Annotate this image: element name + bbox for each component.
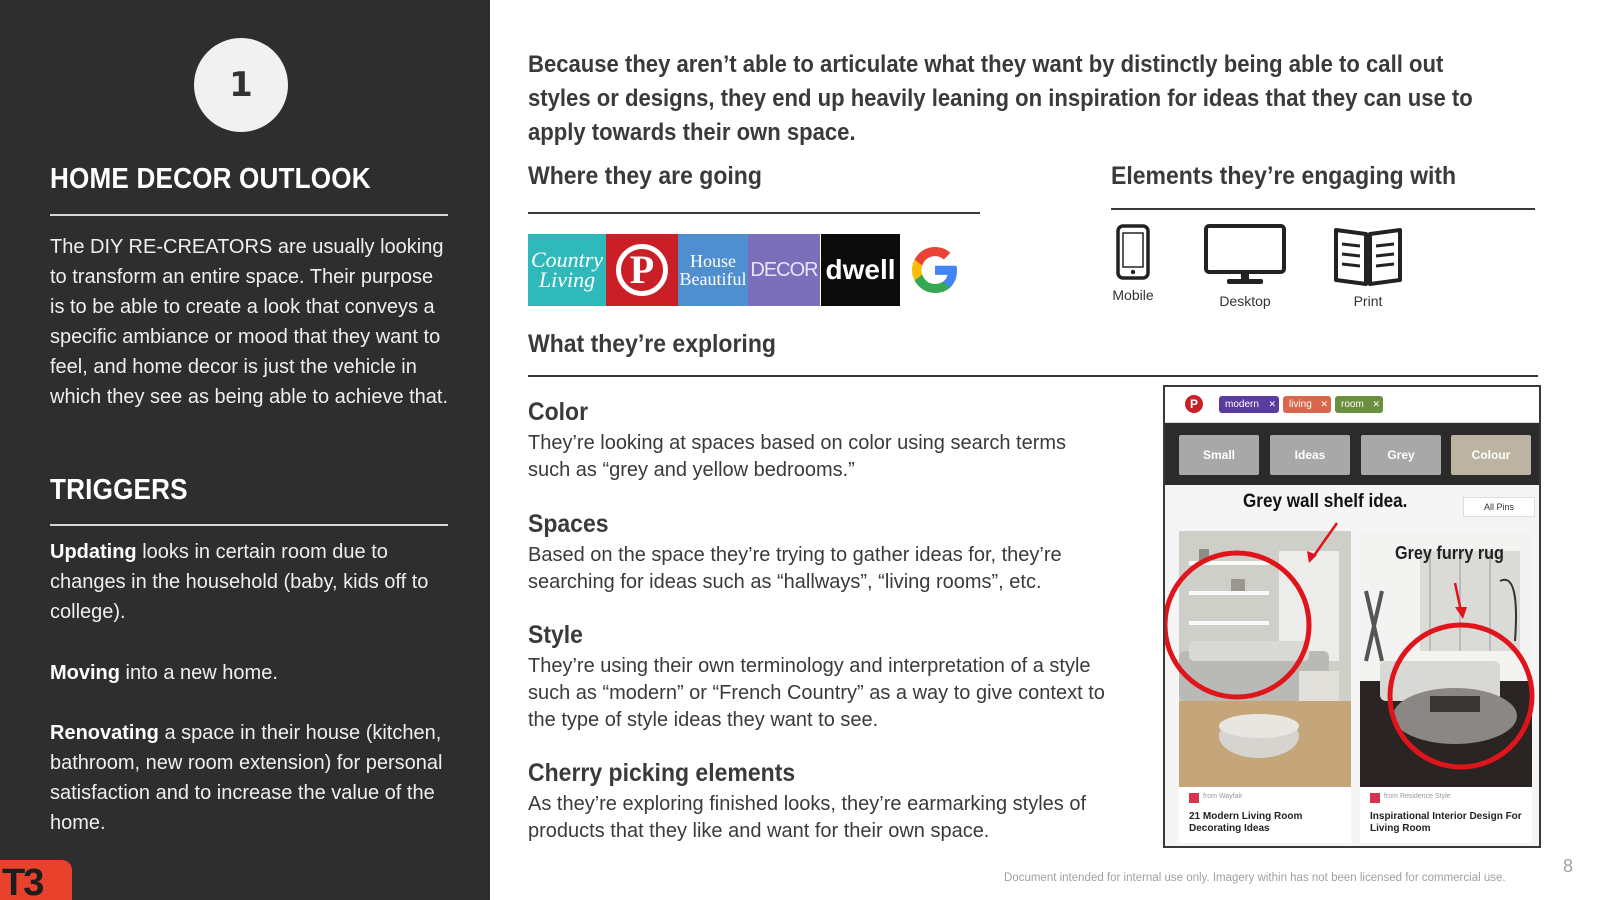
tag-label: room [1341,399,1364,410]
divider [50,214,448,216]
disclaimer: Document intended for internal use only.… [1004,872,1506,884]
site-label: House Beautiful [679,251,747,289]
page-number: 8 [1563,856,1574,876]
explore-heading-style: Style [528,621,583,649]
triggers-title: TRIGGERS [50,474,188,506]
pinterest-filter-bar: Small Ideas Grey Colour [1165,423,1539,485]
filter-chip: Grey [1361,435,1441,475]
filter-chip: Small [1179,435,1259,475]
trigger-keyword: Updating [50,541,137,563]
section-title: HOME DECOR OUTLOOK [50,163,371,195]
trigger-keyword: Moving [50,662,120,684]
house-beautiful-logo: House Beautiful [678,234,748,306]
explore-text-spaces: Based on the space they’re trying to gat… [528,544,1062,593]
desktop-icon [1204,224,1286,284]
pinterest-icon: P [1185,395,1203,413]
explore-text-color: They’re looking at spaces based on color… [528,432,1067,481]
site-label: Country Living [530,247,604,292]
where-going-title: Where they are going [528,162,762,190]
t3-logo: T3 [0,860,72,900]
divider [50,524,448,526]
dwell-logo: dwell [821,234,900,306]
living-room-photo [1179,531,1351,787]
trigger-item: Renovating a space in their house (kitch… [50,718,450,838]
pin-source: from Wayfair [1189,793,1242,803]
device-label: Mobile [1112,287,1154,303]
google-g-icon [912,247,957,293]
trigger-item: Moving into a new home. [50,658,450,688]
elements-title: Elements they’re engaging with [1111,162,1457,190]
search-tag: room ✕ [1335,396,1383,413]
explore-text-style: They’re using their own terminology and … [528,655,1105,731]
pin-source: from Residence Style [1370,793,1451,803]
filter-chip: Colour [1451,435,1531,475]
living-room-photo [1360,531,1532,787]
country-living-logo: Country Living [528,234,606,306]
divider [528,212,980,214]
filter-chip: Ideas [1270,435,1350,475]
close-icon: ✕ [1320,399,1328,409]
tag-label: living [1289,399,1312,410]
mobile-icon [1116,224,1150,280]
site-label: P [616,244,668,296]
annotation-caption: Grey wall shelf idea. [1243,491,1408,512]
left-panel: 1 HOME DECOR OUTLOOK The DIY RE-CREATORS… [0,0,490,900]
close-icon: ✕ [1372,399,1380,409]
explore-heading-color: Color [528,398,589,426]
trigger-keyword: Renovating [50,722,159,744]
pinterest-screenshot: P modern ✕ living ✕ room ✕ Small Ideas Grey… [1163,385,1541,848]
annotation-caption: Grey furry rug [1395,543,1504,563]
all-pins-dropdown: All Pins [1463,497,1535,517]
device-desktop: Desktop [1200,224,1290,309]
step-number-badge: 1 [194,38,288,132]
exploring-title: What they’re exploring [528,330,776,358]
divider [1111,208,1535,210]
device-mobile: Mobile [1108,224,1158,303]
pin-card: from Residence Style Inspirational Inter… [1360,531,1532,843]
print-icon [1334,228,1402,286]
pin-title: Inspirational Interior Design For Living… [1370,811,1522,834]
site-label: DECOR [750,258,818,281]
device-label: Desktop [1219,293,1271,309]
search-tag: living ✕ [1283,396,1331,413]
pin-title: 21 Modern Living Room Decorating Ideas [1189,811,1303,834]
device-label: Print [1353,293,1383,309]
elle-decor-logo: DECOR [748,234,820,306]
explore-heading-cherry-picking: Cherry picking elements [528,759,796,787]
pin-card: from Wayfair 21 Modern Living Room Decor… [1179,531,1351,843]
pinterest-logo: P [606,234,678,306]
site-label: dwell [825,254,896,285]
tag-label: modern [1225,399,1259,410]
google-logo [900,234,970,306]
explore-text-cherry-picking: As they’re exploring finished looks, the… [528,793,1087,842]
device-print: Print [1332,224,1404,309]
pinterest-search-bar: P modern ✕ living ✕ room ✕ [1165,387,1539,423]
trigger-text: into a new home. [120,662,278,684]
divider [528,375,1538,377]
trigger-item: Updating looks in certain room due to ch… [50,537,450,627]
headline: Because they aren’t able to articulate w… [528,51,1473,146]
close-icon: ✕ [1268,399,1276,409]
explore-heading-spaces: Spaces [528,510,609,538]
search-tag: modern ✕ [1219,396,1279,413]
intro-paragraph: The DIY RE-CREATORS are usually looking … [50,236,449,408]
